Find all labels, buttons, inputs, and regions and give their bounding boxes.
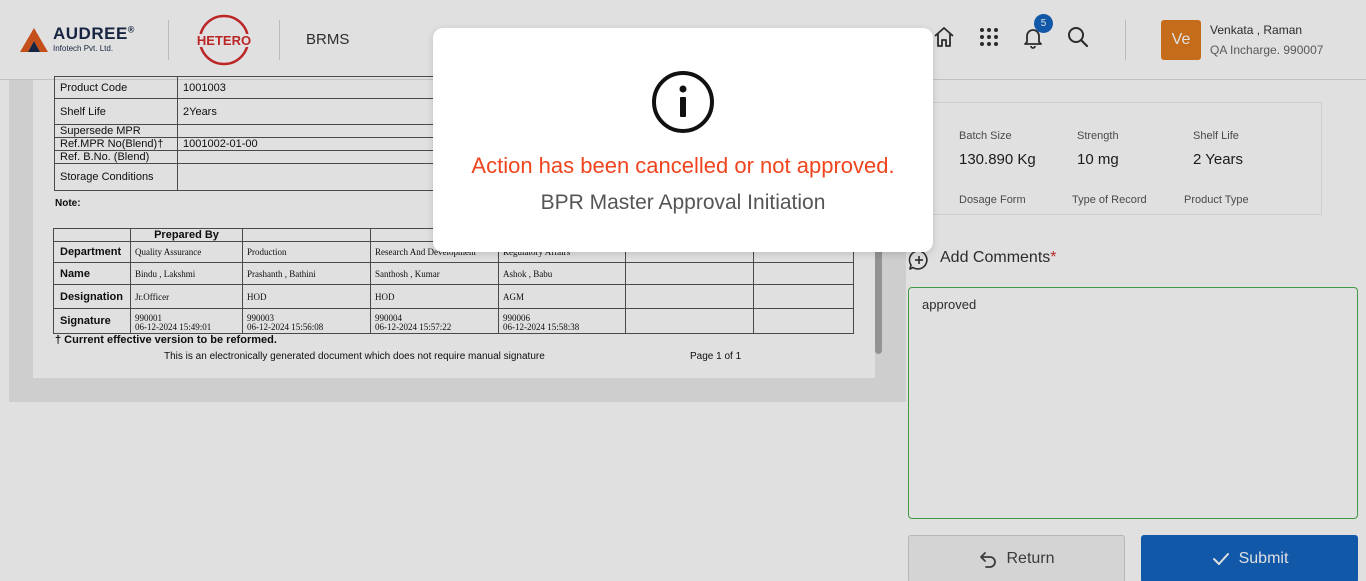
alert-title: Action has been cancelled or not approve… [471,153,895,178]
info-icon [652,71,714,133]
alert-dialog: Action has been cancelled or not approve… [433,28,933,252]
alert-subtitle: BPR Master Approval Initiation [540,191,826,214]
